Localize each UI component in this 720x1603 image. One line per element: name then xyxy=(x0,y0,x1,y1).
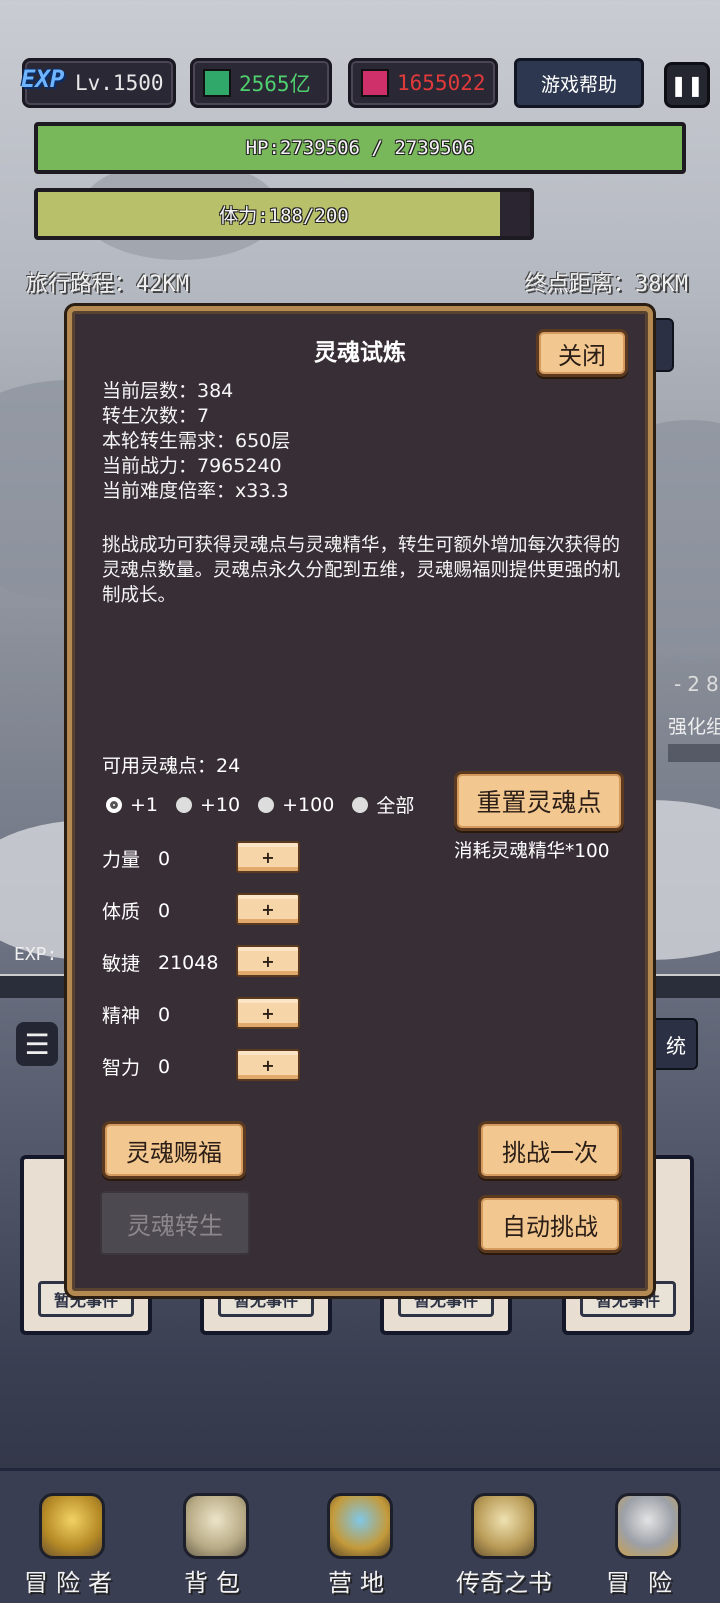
add-spirit-button[interactable]: + xyxy=(236,997,300,1029)
option-all[interactable]: 全部 xyxy=(352,791,414,818)
attr-name: 力量 xyxy=(102,849,141,871)
level-display: EXP Lv.1500 xyxy=(21,58,176,108)
add-strength-button[interactable]: + xyxy=(236,841,300,873)
nav-label: 营地 xyxy=(328,1569,392,1597)
reset-cost: 消耗灵魂精华*100 xyxy=(454,841,610,862)
hp-bar: HP:2739506 / 2739506 xyxy=(34,122,686,174)
available-soul-points: 可用灵魂点：24 xyxy=(102,755,241,777)
red-currency-value: 1655022 xyxy=(397,71,486,95)
red-currency-display: 1655022 xyxy=(348,58,498,108)
add-agility-button[interactable]: + xyxy=(236,945,300,977)
nav-camp[interactable]: 营地 xyxy=(288,1471,432,1603)
nav-adventure[interactable]: 冒险 xyxy=(576,1471,720,1603)
top-bar: EXP Lv.1500 2565亿 1655022 游戏帮助 ❚❚ xyxy=(0,58,720,112)
upgrade-hint: 强化组 xyxy=(668,716,720,738)
radio-icon xyxy=(258,796,275,813)
green-currency-display: 2565亿 xyxy=(190,58,332,108)
trial-description: 挑战成功可获得灵魂点与灵魂精华，转生可额外增加每次获得的灵魂点数量。灵魂点永久分… xyxy=(102,535,621,606)
option-label: +1 xyxy=(130,793,159,816)
current-floor: 当前层数：384 xyxy=(102,380,234,402)
option-label: +10 xyxy=(200,793,241,816)
trial-stats: 当前层数：384 转生次数：7 本轮转生需求：650层 当前战力：7965240… xyxy=(102,379,290,504)
option-plus-100[interactable]: +100 xyxy=(258,791,334,818)
attr-value: 0 xyxy=(158,1003,171,1026)
banner-icon xyxy=(327,1493,393,1559)
option-label: +100 xyxy=(282,793,335,816)
log-icon[interactable]: ☰ xyxy=(16,1022,58,1066)
soul-trial-dialog: 灵魂试炼 关闭 当前层数：384 转生次数：7 本轮转生需求：650层 当前战力… xyxy=(67,306,653,1296)
nav-label: 冒险者 xyxy=(24,1569,120,1597)
stamina-text: 体力:188/200 xyxy=(219,204,349,227)
attr-value: 21048 xyxy=(158,951,219,974)
exp-badge: EXP xyxy=(21,65,65,93)
attr-constitution: 体质 0 xyxy=(102,897,238,924)
nav-label: 冒险 xyxy=(606,1569,690,1597)
option-plus-10[interactable]: +10 xyxy=(176,791,240,818)
radio-icon xyxy=(352,796,369,813)
damage-hint: -28 xyxy=(674,672,720,696)
attr-name: 体质 xyxy=(102,901,141,923)
option-plus-1[interactable]: +1 xyxy=(106,791,158,818)
attr-strength: 力量 0 xyxy=(102,845,238,872)
hp-text: HP:2739506 / 2739506 xyxy=(245,137,475,159)
attr-value: 0 xyxy=(158,847,171,870)
difficulty-multiplier: 当前难度倍率：x33.3 xyxy=(102,480,289,502)
stamina-bar: 体力:188/200 xyxy=(34,188,534,240)
green-currency-value: 2565亿 xyxy=(239,72,311,96)
increment-options: +1 +10 +100 全部 xyxy=(106,791,432,818)
nav-label: 背包 xyxy=(184,1569,248,1597)
soul-blessing-button[interactable]: 灵魂赐福 xyxy=(102,1121,246,1179)
nav-backpack[interactable]: 背包 xyxy=(144,1471,288,1603)
option-label: 全部 xyxy=(376,795,415,817)
auto-challenge-button[interactable]: 自动挑战 xyxy=(478,1195,622,1253)
reset-soul-points-button[interactable]: 重置灵魂点 xyxy=(454,771,624,831)
background-bar xyxy=(668,744,720,762)
attr-name: 智力 xyxy=(102,1057,141,1079)
game-help-button[interactable]: 游戏帮助 xyxy=(514,58,644,108)
attr-spirit: 精神 0 xyxy=(102,1001,238,1028)
attr-value: 0 xyxy=(158,1055,171,1078)
challenge-once-button[interactable]: 挑战一次 xyxy=(478,1121,622,1179)
pause-icon: ❚❚ xyxy=(670,73,704,97)
attr-name: 精神 xyxy=(102,1005,141,1027)
attr-intelligence: 智力 0 xyxy=(102,1053,238,1080)
travel-distance: 旅行路程：42KM xyxy=(26,272,189,297)
emerald-icon xyxy=(203,69,231,97)
nav-legend-book[interactable]: 传奇之书 xyxy=(432,1471,576,1603)
nav-adventurer[interactable]: 冒险者 xyxy=(0,1471,144,1603)
backpack-icon xyxy=(183,1493,249,1559)
radio-selected-icon xyxy=(106,796,122,813)
close-button[interactable]: 关闭 xyxy=(536,329,628,377)
rebirth-requirement: 本轮转生需求：650层 xyxy=(102,430,291,452)
attr-name: 敏捷 xyxy=(102,953,141,975)
add-constitution-button[interactable]: + xyxy=(236,893,300,925)
exp-hint: EXP: xyxy=(14,944,58,965)
book-icon xyxy=(471,1493,537,1559)
attr-agility: 敏捷 21048 xyxy=(102,949,238,976)
sword-icon xyxy=(615,1493,681,1559)
bottom-nav: 冒险者 背包 营地 传奇之书 冒险 xyxy=(0,1468,720,1603)
remaining-distance: 终点距离：38KM xyxy=(525,272,688,297)
level-text: Lv.1500 xyxy=(75,71,164,95)
pause-button[interactable]: ❚❚ xyxy=(664,62,710,108)
nav-label: 传奇之书 xyxy=(456,1569,552,1597)
add-intelligence-button[interactable]: + xyxy=(236,1049,300,1081)
radio-icon xyxy=(176,796,193,813)
soul-rebirth-button[interactable]: 灵魂转生 xyxy=(100,1191,250,1255)
current-power: 当前战力：7965240 xyxy=(102,455,282,477)
rebirth-count: 转生次数：7 xyxy=(102,405,210,427)
ruby-icon xyxy=(361,69,389,97)
system-hint: 统 xyxy=(666,1033,686,1058)
attr-value: 0 xyxy=(158,899,171,922)
crown-helmet-icon xyxy=(39,1493,105,1559)
